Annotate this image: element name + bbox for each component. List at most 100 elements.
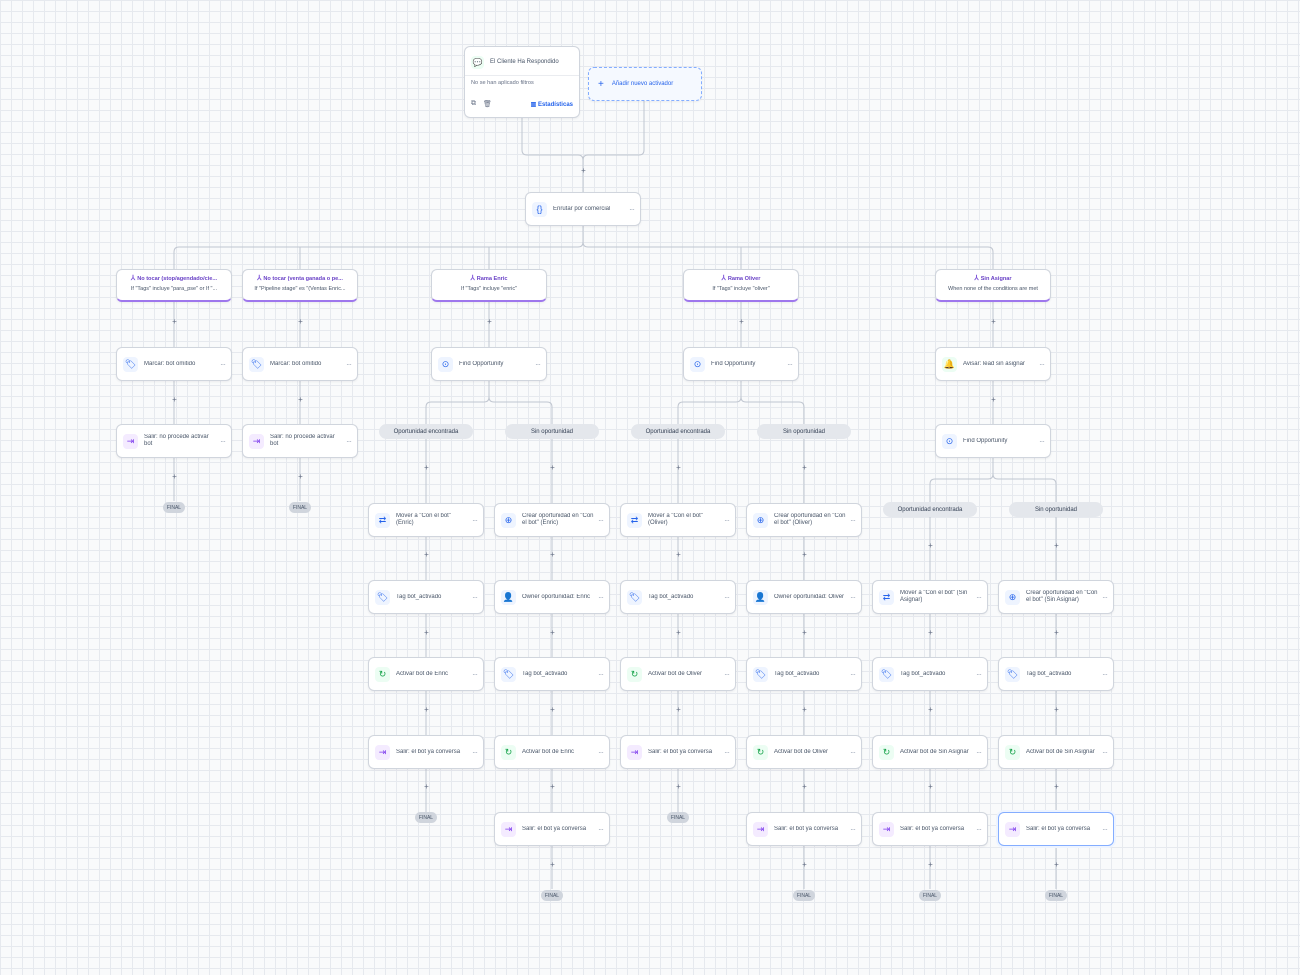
add-step-plus[interactable]: + <box>296 395 305 404</box>
more-icon[interactable]: ··· <box>976 748 982 757</box>
branch-rama-enric[interactable]: ⅄ Rama Enric If "Tags" incluye "enric" <box>431 269 547 302</box>
more-icon[interactable]: ··· <box>220 360 226 369</box>
add-step-plus[interactable]: + <box>1052 860 1061 869</box>
crear-oportunidad-node[interactable]: ⊕ Crear oportunidad en "Con el bot" (Oli… <box>746 503 862 537</box>
add-step-plus[interactable]: + <box>170 472 179 481</box>
more-icon[interactable]: ··· <box>1102 670 1108 679</box>
salir-node[interactable]: ⇥ Salir: el bot ya conversa ··· <box>368 735 484 769</box>
mover-oportunidad-node[interactable]: ⇄ Mover a "Con el bot" (Enric) ··· <box>368 503 484 537</box>
add-step-plus[interactable]: + <box>548 782 557 791</box>
find-opportunity-node[interactable]: ⊙ Find Opportunity ··· <box>683 347 799 381</box>
add-step-plus[interactable]: + <box>422 705 431 714</box>
more-icon[interactable]: ··· <box>598 748 604 757</box>
more-icon[interactable]: ··· <box>1102 825 1108 834</box>
stats-link[interactable]: ▥ Estadísticas <box>531 101 573 108</box>
trash-icon[interactable]: 🗑 <box>483 100 492 108</box>
pill-oportunidad-encontrada[interactable]: Oportunidad encontrada <box>631 424 725 439</box>
more-icon[interactable]: ··· <box>724 748 730 757</box>
tag-node[interactable]: 🏷 Tag bot_activado ··· <box>620 580 736 614</box>
branch-no-tocar-1[interactable]: ⅄ No tocar (stop/agendado/cie... If "Tags… <box>116 269 232 302</box>
add-step-plus[interactable]: + <box>170 317 179 326</box>
more-icon[interactable]: ··· <box>850 748 856 757</box>
more-icon[interactable]: ··· <box>598 516 604 525</box>
add-step-plus[interactable]: + <box>548 628 557 637</box>
more-icon[interactable]: ··· <box>724 593 730 602</box>
more-icon[interactable]: ··· <box>724 670 730 679</box>
pill-oportunidad-encontrada[interactable]: Oportunidad encontrada <box>379 424 473 439</box>
activar-bot-node[interactable]: ↻ Activar bot de Oliver ··· <box>746 735 862 769</box>
add-step-plus[interactable]: + <box>1052 705 1061 714</box>
branch-no-tocar-2[interactable]: ⅄ No tocar (venta ganada o pe... If "Pipe… <box>242 269 358 302</box>
activar-bot-node[interactable]: ↻ Activar bot de Sin Asignar ··· <box>998 735 1114 769</box>
add-step-plus[interactable]: + <box>674 705 683 714</box>
add-step-plus[interactable]: + <box>926 860 935 869</box>
crear-oportunidad-node[interactable]: ⊕ Crear oportunidad en "Con el bot" (Sin… <box>998 580 1114 614</box>
pill-sin-oportunidad[interactable]: Sin oportunidad <box>505 424 599 439</box>
add-step-plus[interactable]: + <box>800 782 809 791</box>
add-step-plus[interactable]: + <box>926 782 935 791</box>
more-icon[interactable]: ··· <box>472 516 478 525</box>
more-icon[interactable]: ··· <box>850 670 856 679</box>
marcar-bot-omitido-node[interactable]: 🏷 Marcar: bot omitido ··· <box>116 347 232 381</box>
add-step-plus[interactable]: + <box>674 782 683 791</box>
add-step-plus[interactable]: + <box>926 628 935 637</box>
router-node[interactable]: {} Enrutar por comercial ··· <box>525 192 641 226</box>
add-trigger-button[interactable]: + Añadir nuevo activador <box>588 67 702 101</box>
add-step-plus[interactable]: + <box>422 550 431 559</box>
more-icon[interactable]: ··· <box>220 437 226 446</box>
more-icon[interactable]: ··· <box>598 825 604 834</box>
salir-node[interactable]: ⇥ Salir: el bot ya conversa ··· <box>872 812 988 846</box>
salir-node[interactable]: ⇥ Salir: no procede activar bot ··· <box>116 424 232 458</box>
pill-sin-oportunidad[interactable]: Sin oportunidad <box>757 424 851 439</box>
crear-oportunidad-node[interactable]: ⊕ Crear oportunidad en "Con el bot" (Enr… <box>494 503 610 537</box>
add-step-plus[interactable]: + <box>422 782 431 791</box>
activar-bot-node[interactable]: ↻ Activar bot de Sin Asignar ··· <box>872 735 988 769</box>
pill-sin-oportunidad[interactable]: Sin oportunidad <box>1009 502 1103 517</box>
tag-node[interactable]: 🏷 Tag bot_activado ··· <box>368 580 484 614</box>
add-step-plus[interactable]: + <box>548 860 557 869</box>
add-step-plus[interactable]: + <box>422 463 431 472</box>
add-step-plus[interactable]: + <box>1052 628 1061 637</box>
salir-node[interactable]: ⇥ Salir: el bot ya conversa ··· <box>746 812 862 846</box>
add-step-plus[interactable]: + <box>422 628 431 637</box>
add-step-plus[interactable]: + <box>800 860 809 869</box>
tag-node[interactable]: 🏷 Tag bot_activado ··· <box>746 657 862 691</box>
more-icon[interactable]: ··· <box>1102 593 1108 602</box>
add-step-plus[interactable]: + <box>800 705 809 714</box>
add-step-plus[interactable]: + <box>579 166 588 175</box>
more-icon[interactable]: ··· <box>472 670 478 679</box>
add-step-plus[interactable]: + <box>1052 541 1061 550</box>
more-icon[interactable]: ··· <box>1102 748 1108 757</box>
more-icon[interactable]: ··· <box>787 360 793 369</box>
more-icon[interactable]: ··· <box>598 593 604 602</box>
add-step-plus[interactable]: + <box>548 463 557 472</box>
add-step-plus[interactable]: + <box>800 550 809 559</box>
add-step-plus[interactable]: + <box>926 541 935 550</box>
marcar-bot-omitido-node[interactable]: 🏷 Marcar: bot omitido ··· <box>242 347 358 381</box>
add-step-plus[interactable]: + <box>674 463 683 472</box>
add-step-plus[interactable]: + <box>548 550 557 559</box>
find-opportunity-node[interactable]: ⊙ Find Opportunity ··· <box>935 424 1051 458</box>
add-step-plus[interactable]: + <box>926 705 935 714</box>
add-step-plus[interactable]: + <box>1052 782 1061 791</box>
activar-bot-node[interactable]: ↻ Activar bot de Enric ··· <box>368 657 484 691</box>
add-step-plus[interactable]: + <box>674 550 683 559</box>
more-icon[interactable]: ··· <box>976 593 982 602</box>
activar-bot-node[interactable]: ↻ Activar bot de Oliver ··· <box>620 657 736 691</box>
salir-node[interactable]: ⇥ Salir: el bot ya conversa ··· <box>494 812 610 846</box>
owner-oportunidad-node[interactable]: 👤 Owner oportunidad: Oliver ··· <box>746 580 862 614</box>
activar-bot-node[interactable]: ↻ Activar bot de Enric ··· <box>494 735 610 769</box>
more-icon[interactable]: ··· <box>346 360 352 369</box>
trigger-card[interactable]: 💬 El Cliente Ha Respondido No se han apl… <box>464 46 580 118</box>
add-step-plus[interactable]: + <box>800 628 809 637</box>
tag-node[interactable]: 🏷 Tag bot_activado ··· <box>872 657 988 691</box>
more-icon[interactable]: ··· <box>1039 360 1045 369</box>
salir-node[interactable]: ⇥ Salir: no procede activar bot ··· <box>242 424 358 458</box>
more-icon[interactable]: ··· <box>976 825 982 834</box>
avisar-node[interactable]: 🔔 Avisar: lead sin asignar ··· <box>935 347 1051 381</box>
more-icon[interactable]: ··· <box>346 437 352 446</box>
branch-sin-asignar[interactable]: ⅄ Sin Asignar When none of the conditions… <box>935 269 1051 302</box>
more-icon[interactable]: ··· <box>1039 437 1045 446</box>
mover-oportunidad-node[interactable]: ⇄ Mover a "Con el bot" (Oliver) ··· <box>620 503 736 537</box>
more-icon[interactable]: ··· <box>629 205 635 214</box>
